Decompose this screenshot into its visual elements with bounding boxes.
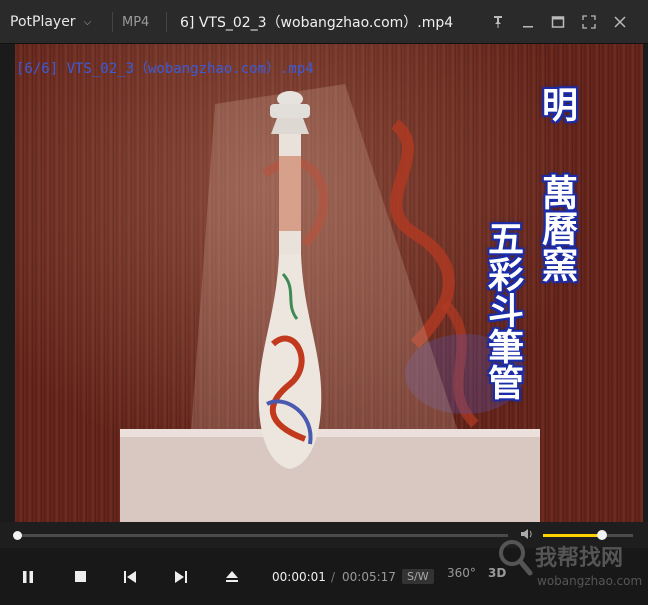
osd-filename: [6/6] VTS_02_3（wobangzhao.com）.mp4 <box>16 61 314 77</box>
watermark-title: 我帮找网 <box>535 546 624 571</box>
close-icon[interactable] <box>608 10 632 34</box>
divider <box>112 12 113 32</box>
time-separator: / <box>331 569 336 584</box>
app-menu-button[interactable]: PotPlayer ⌵ <box>10 0 91 44</box>
magnifier-icon <box>499 540 533 576</box>
pin-icon[interactable] <box>486 10 510 34</box>
format-label: MP4 <box>122 14 150 30</box>
app-name: PotPlayer <box>10 14 76 30</box>
video-area[interactable]: [6/6] VTS_02_3（wobangzhao.com）.mp4 明 萬曆窯… <box>15 44 643 522</box>
title-bar: PotPlayer ⌵ MP4 6] VTS_02_3（wobangzhao.c… <box>0 0 648 44</box>
sw-decoder-badge[interactable]: S/W <box>402 569 434 584</box>
minimize-icon[interactable] <box>516 10 540 34</box>
next-button[interactable] <box>157 548 205 605</box>
caption-dynasty: 明 <box>536 86 578 122</box>
window-title: 6] VTS_02_3（wobangzhao.com）.mp4 <box>180 15 454 31</box>
seek-handle[interactable] <box>13 531 22 540</box>
total-time: 00:05:17 <box>342 569 396 584</box>
volume-slider[interactable] <box>543 530 633 540</box>
vr-360-button[interactable]: 360° <box>447 566 476 580</box>
maximize-icon[interactable] <box>546 10 570 34</box>
caption-object: 五彩斗筆管 <box>482 220 524 400</box>
previous-button[interactable] <box>106 548 154 605</box>
watermark-url: wobangzhao.com <box>537 574 643 588</box>
eject-button[interactable] <box>208 548 256 605</box>
chevron-down-icon: ⌵ <box>83 16 92 28</box>
divider <box>166 12 167 32</box>
caption-kiln: 萬曆窯 <box>536 174 578 282</box>
stop-button[interactable] <box>56 548 104 605</box>
fullscreen-icon[interactable] <box>577 10 601 34</box>
watermark: 我帮找网 wobangzhao.com <box>497 538 647 602</box>
volume-level <box>543 534 603 537</box>
current-time: 00:00:01 <box>272 569 326 584</box>
pause-button[interactable] <box>4 548 52 605</box>
seek-bar[interactable] <box>16 534 508 537</box>
